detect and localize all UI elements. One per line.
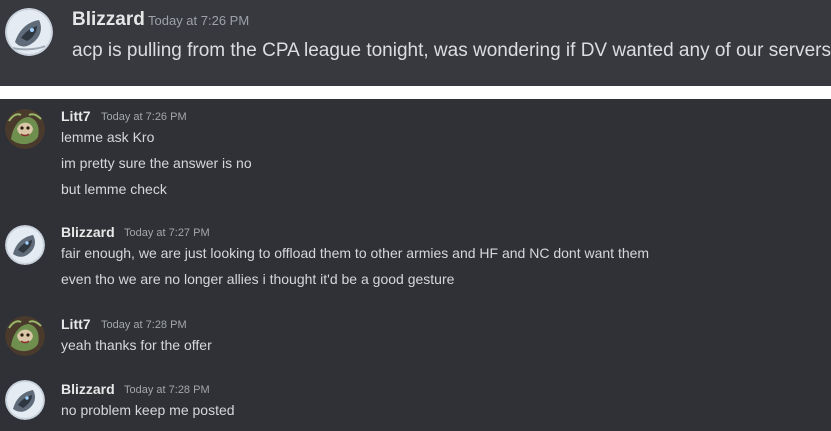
chat-panel: Litt7 Today at 7:26 PM lemme ask Kro im … [0, 99, 831, 431]
message-text: even tho we are no longer allies i thoug… [61, 271, 455, 287]
message-timestamp: Today at 7:28 PM [124, 384, 210, 396]
litt7-avatar[interactable] [5, 316, 45, 356]
message-author[interactable]: Blizzard [61, 380, 115, 398]
message-text: acp is pulling from the CPA league tonig… [72, 40, 831, 61]
message-author[interactable]: Litt7 [61, 107, 91, 125]
litt7-avatar[interactable] [5, 109, 45, 149]
message-timestamp: Today at 7:28 PM [101, 319, 187, 331]
message-timestamp: Today at 7:27 PM [124, 227, 210, 239]
message-author[interactable]: Litt7 [61, 315, 91, 333]
top-message: Blizzard Today at 7:26 PM acp is pulling… [0, 0, 831, 86]
blizzard-avatar[interactable] [5, 380, 45, 420]
message-timestamp: Today at 7:26 PM [148, 13, 250, 28]
message-author[interactable]: Blizzard [61, 223, 115, 241]
message-text: yeah thanks for the offer [61, 337, 212, 353]
message-text: but lemme check [61, 181, 167, 197]
message-text: lemme ask Kro [61, 129, 155, 145]
message-timestamp: Today at 7:26 PM [101, 111, 187, 123]
chat-screenshot: Blizzard Today at 7:26 PM acp is pulling… [0, 0, 831, 431]
blizzard-avatar[interactable] [5, 225, 45, 265]
message-text: fair enough, we are just looking to offl… [61, 245, 650, 261]
message-author[interactable]: Blizzard [72, 8, 145, 32]
message-text: im pretty sure the answer is no [61, 155, 252, 171]
blizzard-avatar[interactable] [5, 8, 53, 56]
message-text: no problem keep me posted [61, 402, 235, 418]
